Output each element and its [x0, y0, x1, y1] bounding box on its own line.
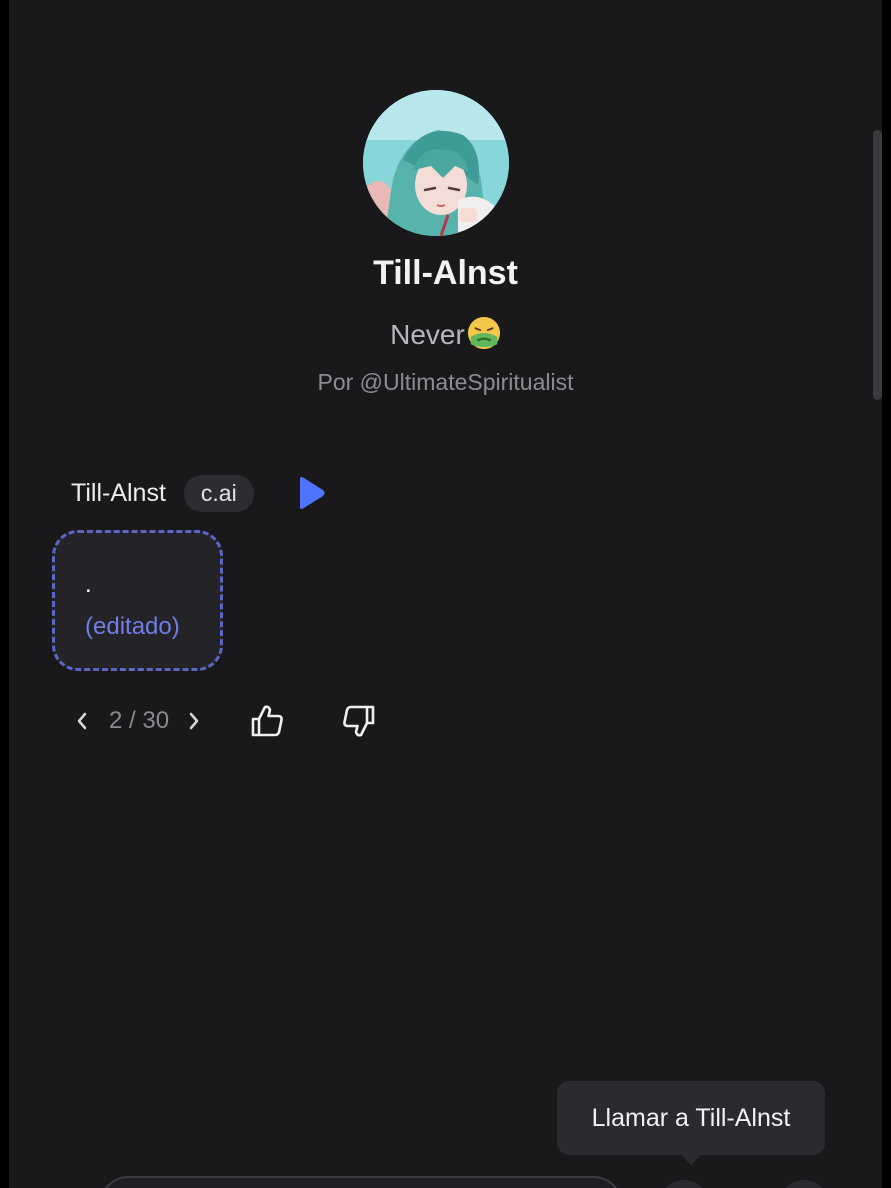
cai-badge: c.ai — [183, 474, 254, 512]
play-icon[interactable] — [296, 476, 326, 510]
tooltip-text: Llamar a Till-Alnst — [591, 1103, 791, 1132]
message-sender: Till-Alnst — [71, 478, 166, 507]
tagline-text: Never — [390, 319, 465, 350]
character-tagline: Never — [9, 316, 882, 351]
message-bubble[interactable]: . (editado) — [52, 530, 223, 671]
character-name: Till-Alnst — [373, 254, 518, 292]
tooltip-arrow — [681, 1155, 701, 1165]
chevron-left-icon — [77, 712, 87, 730]
message-header: Till-Alnst c.ai — [71, 474, 326, 512]
thumbs-up-icon[interactable] — [249, 703, 285, 739]
message-actions: 2 / 30 — [71, 700, 377, 742]
nauseated-face-emoji — [467, 316, 500, 350]
edited-label: (editado) — [85, 613, 180, 640]
chevron-right-icon — [189, 712, 199, 730]
avatar-illustration — [363, 90, 509, 236]
message-text: . — [85, 571, 92, 598]
response-counter: 2 / 30 — [109, 707, 170, 734]
character-author[interactable]: Por @UltimateSpiritualist — [9, 369, 882, 396]
call-button[interactable] — [659, 1180, 709, 1188]
send-button[interactable] — [779, 1180, 829, 1188]
message-input-bar[interactable] — [99, 1176, 623, 1188]
previous-response-button[interactable] — [71, 710, 93, 732]
call-tooltip: Llamar a Till-Alnst — [557, 1081, 825, 1155]
chat-screen: Till-Alnst Never Por @UltimateSpirituali… — [9, 0, 882, 1188]
character-avatar[interactable] — [363, 90, 509, 236]
next-response-button[interactable] — [183, 710, 205, 732]
thumbs-down-icon[interactable] — [341, 703, 377, 739]
